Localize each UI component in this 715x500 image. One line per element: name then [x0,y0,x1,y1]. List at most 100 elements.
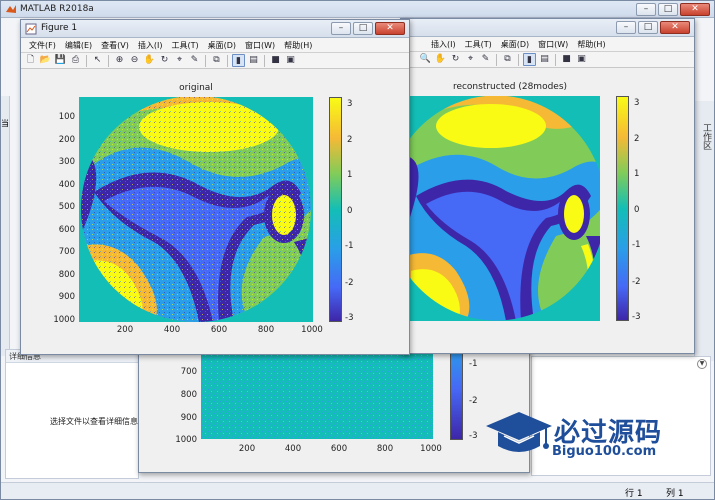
print-icon[interactable]: ⎙ [69,54,82,67]
colorbar-tick: 1 [634,169,640,179]
x-tick: 200 [238,444,256,454]
x-tick: 400 [284,444,302,454]
figure1-colorbar [329,97,342,322]
minimize-icon: – [623,22,629,32]
y-tick: 400 [58,180,75,190]
y-tick: 600 [58,225,75,235]
y-tick: 500 [58,202,75,212]
new-figure-icon[interactable]: 🗋 [24,54,37,67]
workspace-sidebar[interactable]: 工作区 [694,101,714,361]
close-icon: ✕ [386,23,394,33]
plot-title: reconstructed (28modes) [452,82,568,92]
maximize-button[interactable]: □ [638,21,658,34]
maximize-button[interactable]: □ [658,3,678,16]
y-tick: 800 [58,270,75,280]
matlab-title-bar: MATLAB R2018a – □ ✕ [1,1,714,18]
y-tick: 700 [58,247,75,257]
menu-desktop[interactable]: 桌面(D) [501,39,529,50]
rotate-icon[interactable]: ↻ [158,54,171,67]
minimize-button[interactable]: – [616,21,636,34]
menu-file[interactable]: 文件(F) [29,40,56,51]
minimize-button[interactable]: – [331,22,351,35]
link-plot-icon[interactable]: ⧉ [210,54,223,67]
menu-tools[interactable]: 工具(T) [465,39,492,50]
colorbar-tick: -2 [632,277,641,287]
zoom-out-icon[interactable]: ⊖ [128,54,141,67]
pan-icon[interactable]: ✋ [143,54,156,67]
zoom-in-icon[interactable]: ⊕ [113,54,126,67]
save-icon[interactable]: 💾 [54,54,67,67]
data-cursor-icon[interactable]: ⌖ [464,53,477,66]
original-image [79,97,313,322]
colorbar-tick: -3 [632,312,641,322]
x-tick: 800 [257,325,275,335]
y-tick: 900 [58,292,75,302]
y-tick: 1000 [175,435,197,445]
menu-tools[interactable]: 工具(T) [171,40,198,51]
colorbar-tick: 0 [634,205,640,215]
figure2-toolbar: 🔍 ✋ ↻ ⌖ ✎ ⧉ ▮ ▤ ■ ▣ [401,51,694,68]
menu-insert[interactable]: 插入(I) [138,40,163,51]
noise-texture [201,351,433,439]
minimize-button[interactable]: – [636,3,656,16]
close-button[interactable]: ✕ [375,22,405,35]
graduation-cap-icon [486,412,552,452]
brush-icon[interactable]: ✎ [188,54,201,67]
maximize-icon: □ [643,22,653,32]
colorbar-toggle-icon[interactable]: ▮ [232,54,245,67]
y-tick: 700 [180,367,197,377]
x-tick: 1000 [420,444,442,454]
figure-2-window: – □ ✕ 插入(I) 工具(T) 桌面(D) 窗口(W) 帮助(H) 🔍 ✋ … [400,18,695,354]
figure3-image [201,351,433,439]
colorbar-tick: 2 [347,135,353,145]
menu-window[interactable]: 窗口(W) [245,40,275,51]
minimize-icon: – [643,4,649,14]
open-file-icon[interactable]: 📂 [39,54,52,67]
maximize-icon: □ [663,4,673,14]
legend-toggle-icon[interactable]: ▤ [538,53,551,66]
workspace-label: 工作区 [701,123,711,150]
brush-icon[interactable]: ✎ [479,53,492,66]
zoom-out-icon[interactable]: 🔍 [419,53,432,66]
menu-desktop[interactable]: 桌面(D) [208,40,236,51]
details-message: 选择文件以查看详细信息 [50,417,138,426]
figure-1-window: Figure 1 – □ ✕ 文件(F) 编辑(E) 查看(V) 插入(I) 工… [20,19,410,355]
figure2-title-bar: – □ ✕ [401,19,694,37]
menu-view[interactable]: 查看(V) [101,40,129,51]
y-tick: 100 [58,112,75,122]
y-tick: 900 [180,413,197,423]
close-button[interactable]: ✕ [680,3,710,16]
matlab-logo-icon [6,5,16,13]
colorbar-tick: -1 [345,241,354,251]
close-button[interactable]: ✕ [660,21,690,34]
link-plot-icon[interactable]: ⧉ [501,53,514,66]
data-cursor-icon[interactable]: ⌖ [173,54,186,67]
colorbar-tick: -2 [345,278,354,288]
panel-dropdown-icon[interactable]: ▼ [697,359,707,369]
legend-toggle-icon[interactable]: ▤ [247,54,260,67]
colorbar-toggle-icon[interactable]: ▮ [523,53,536,66]
y-tick: 1000 [53,315,75,325]
current-folder-sidebar[interactable]: 当 [1,96,10,356]
pan-icon[interactable]: ✋ [434,53,447,66]
figure2-menubar: 插入(I) 工具(T) 桌面(D) 窗口(W) 帮助(H) [401,37,694,51]
colorbar-tick: -1 [469,359,478,369]
menu-insert[interactable]: 插入(I) [431,39,456,50]
status-bar: 行 1 列 1 [1,482,714,499]
menu-edit[interactable]: 编辑(E) [65,40,92,51]
colorbar-tick: -3 [345,313,354,323]
rotate-icon[interactable]: ↻ [449,53,462,66]
menu-window[interactable]: 窗口(W) [538,39,568,50]
x-tick: 600 [330,444,348,454]
maximize-button[interactable]: □ [353,22,373,35]
select-arrow-icon[interactable]: ↖ [91,54,104,67]
show-plot-tools-icon[interactable]: ▣ [284,54,297,67]
menu-help[interactable]: 帮助(H) [577,39,605,50]
y-tick: 300 [58,157,75,167]
menu-help[interactable]: 帮助(H) [284,40,312,51]
watermark-logo: 必过源码 Biguo100.com [484,408,661,463]
hide-plot-tools-icon[interactable]: ■ [269,54,282,67]
show-plot-tools-icon[interactable]: ▣ [575,53,588,66]
hide-plot-tools-icon[interactable]: ■ [560,53,573,66]
colorbar-tick: -1 [632,240,641,250]
